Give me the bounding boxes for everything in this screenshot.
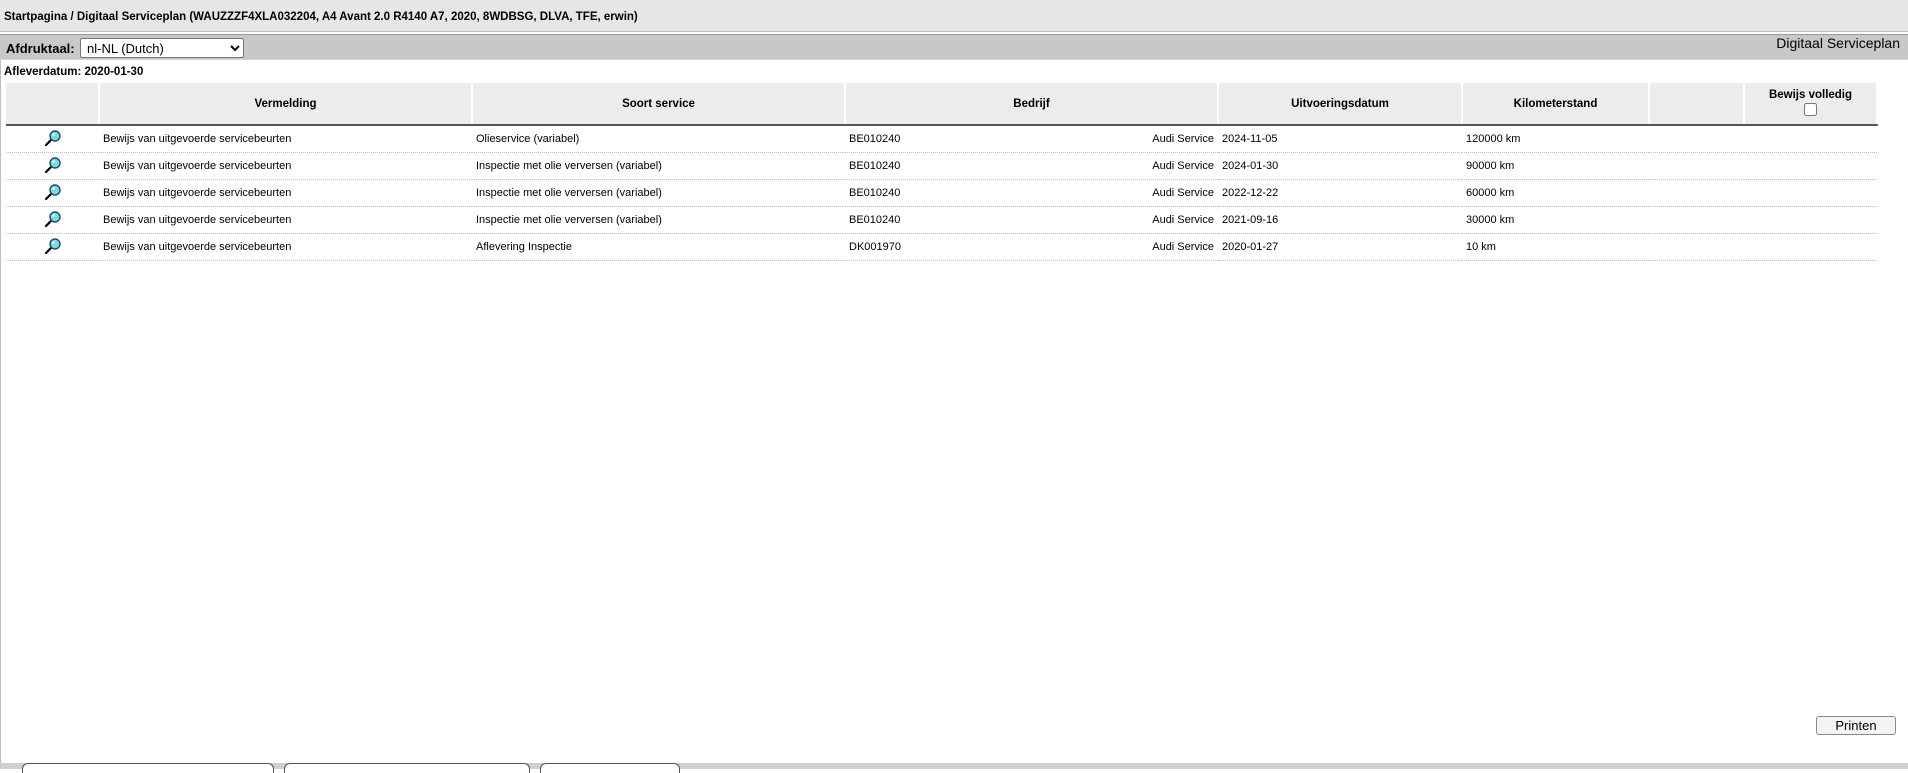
cell-execution-date: 2024-01-30 (1218, 152, 1462, 180)
toolbar: Afdruktaal: nl-NL (Dutch) Digitaal Servi… (0, 34, 1908, 60)
cell-execution-date: 2024-11-05 (1218, 125, 1462, 153)
cell-entry: Bewijs van uitgevoerde servicebeurten (99, 152, 472, 180)
row-detail-cell (6, 206, 99, 234)
cell-execution-date: 2022-12-22 (1218, 179, 1462, 207)
cell-company: BE010240 Audi Service (845, 152, 1218, 180)
row-detail-cell (6, 179, 99, 207)
cell-service-type: Inspectie met olie verversen (variabel) (472, 206, 845, 234)
table-header-row: Vermelding Soort service Bedrijf Uitvoer… (6, 83, 1878, 126)
cell-mileage: 10 km (1462, 233, 1649, 261)
cell-company: BE010240 Audi Service (845, 125, 1218, 153)
cell-extra (1649, 233, 1744, 261)
magnifier-icon[interactable] (44, 237, 62, 258)
table-row: Bewijs van uitgevoerde servicebeurten Afl… (6, 233, 1877, 261)
company-name: Audi Service (1152, 241, 1214, 253)
company-name: Audi Service (1152, 133, 1214, 145)
table-row: Bewijs van uitgevoerde servicebeurten Oli… (6, 125, 1877, 153)
cell-execution-date: 2021-09-16 (1218, 206, 1462, 234)
breadcrumb[interactable]: Startpagina / Digitaal Serviceplan (WAUZ… (4, 11, 638, 23)
cell-extra (1649, 206, 1744, 234)
column-header-extra (1649, 83, 1745, 126)
cell-proof-complete (1744, 125, 1877, 153)
cell-entry: Bewijs van uitgevoerde servicebeurten (99, 125, 472, 153)
company-name: Audi Service (1152, 214, 1214, 226)
print-language-select[interactable]: nl-NL (Dutch) (80, 38, 244, 58)
column-header-entry: Vermelding (99, 83, 473, 126)
magnifier-icon[interactable] (44, 183, 62, 204)
row-detail-cell (6, 152, 99, 180)
bottom-tab-1[interactable] (22, 763, 274, 773)
company-code: BE010240 (849, 133, 901, 145)
cell-execution-date: 2020-01-27 (1218, 233, 1462, 261)
cell-extra (1649, 125, 1744, 153)
cell-service-type: Aflevering Inspectie (472, 233, 845, 261)
cell-entry: Bewijs van uitgevoerde servicebeurten (99, 179, 472, 207)
cell-service-type: Inspectie met olie verversen (variabel) (472, 179, 845, 207)
left-border (0, 60, 1, 763)
bottom-tab-2[interactable] (284, 763, 530, 773)
cell-proof-complete (1744, 152, 1877, 180)
company-code: BE010240 (849, 160, 901, 172)
cell-company: DK001970 Audi Service (845, 233, 1218, 261)
table-row: Bewijs van uitgevoerde servicebeurten Ins… (6, 179, 1877, 207)
company-name: Audi Service (1152, 160, 1214, 172)
delivery-date: Afleverdatum: 2020-01-30 (4, 66, 144, 78)
cell-entry: Bewijs van uitgevoerde servicebeurten (99, 206, 472, 234)
breadcrumb-bar: Startpagina / Digitaal Serviceplan (WAUZ… (0, 0, 1908, 32)
company-code: BE010240 (849, 214, 901, 226)
cell-mileage: 90000 km (1462, 152, 1649, 180)
column-header-service-type: Soort service (472, 83, 846, 126)
column-header-mileage: Kilometerstand (1462, 83, 1650, 126)
cell-company: BE010240 Audi Service (845, 206, 1218, 234)
company-code: DK001970 (849, 241, 901, 253)
cell-mileage: 120000 km (1462, 125, 1649, 153)
cell-service-type: Inspectie met olie verversen (variabel) (472, 152, 845, 180)
cell-proof-complete (1744, 179, 1877, 207)
cell-mileage: 30000 km (1462, 206, 1649, 234)
page-title: Digitaal Serviceplan (1776, 35, 1900, 51)
cell-company: BE010240 Audi Service (845, 179, 1218, 207)
column-header-icon (6, 83, 100, 126)
cell-proof-complete (1744, 233, 1877, 261)
magnifier-icon[interactable] (44, 156, 62, 177)
column-header-company: Bedrijf (845, 83, 1219, 126)
row-detail-cell (6, 125, 99, 153)
cell-service-type: Olieservice (variabel) (472, 125, 845, 153)
cell-entry: Bewijs van uitgevoerde servicebeurten (99, 233, 472, 261)
company-code: BE010240 (849, 187, 901, 199)
print-button[interactable]: Printen (1816, 716, 1896, 735)
service-history-table: Vermelding Soort service Bedrijf Uitvoer… (6, 83, 1878, 261)
proof-complete-label: Bewijs volledig (1768, 88, 1853, 101)
row-detail-cell (6, 233, 99, 261)
cell-proof-complete (1744, 206, 1877, 234)
cell-mileage: 60000 km (1462, 179, 1649, 207)
cell-extra (1649, 152, 1744, 180)
bottom-tab-3[interactable] (540, 763, 680, 773)
print-language-label: Afdruktaal: (6, 41, 75, 56)
column-header-execution-date: Uitvoeringsdatum (1218, 83, 1463, 126)
column-header-proof-complete: Bewijs volledig (1744, 83, 1878, 126)
cell-extra (1649, 179, 1744, 207)
magnifier-icon[interactable] (44, 210, 62, 231)
company-name: Audi Service (1152, 187, 1214, 199)
magnifier-icon[interactable] (44, 129, 62, 150)
proof-complete-checkbox[interactable] (1804, 102, 1817, 116)
table-row: Bewijs van uitgevoerde servicebeurten Ins… (6, 152, 1877, 180)
table-row: Bewijs van uitgevoerde servicebeurten Ins… (6, 206, 1877, 234)
